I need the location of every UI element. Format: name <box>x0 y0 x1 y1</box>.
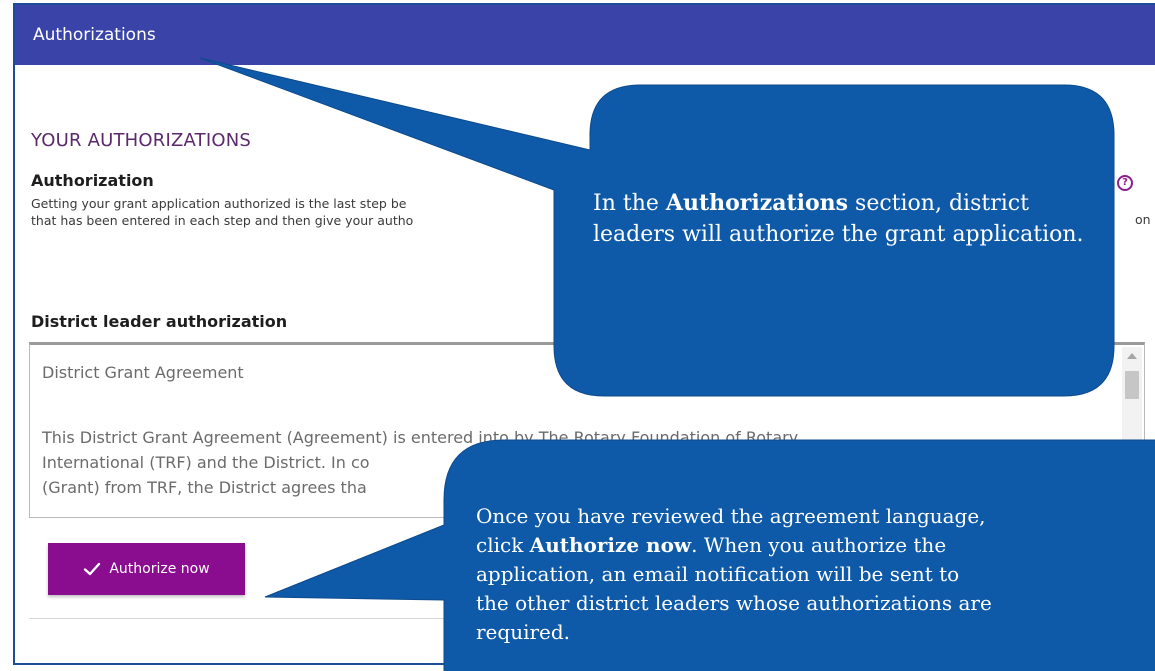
authorize-now-button[interactable]: Authorize now <box>48 543 245 595</box>
callout-2-line: Once you have reviewed the agreement lan… <box>476 504 986 528</box>
header-title: Authorizations <box>33 25 156 45</box>
authorize-now-label: Authorize now <box>109 561 210 577</box>
callout-2-text-pre: click <box>476 533 530 557</box>
callout-2-text-post: . When you authorize the <box>691 533 947 557</box>
scroll-up-arrow-icon[interactable] <box>1127 353 1137 359</box>
check-icon <box>84 562 101 576</box>
callout-2-text: Once you have reviewed the agreement lan… <box>476 502 1155 647</box>
callout-1-text-bold: Authorizations <box>665 190 849 216</box>
agreement-body-line: (Grant) from TRF, the District agrees th… <box>42 478 367 497</box>
agreement-textbox[interactable]: District Grant Agreement This District G… <box>29 342 1145 518</box>
section-title: YOUR AUTHORIZATIONS <box>31 130 251 151</box>
agreement-title: District Grant Agreement <box>42 363 244 382</box>
agreement-body: This District Grant Agreement (Agreement… <box>42 425 1112 500</box>
callout-2-line: click Authorize now. When you authorize … <box>476 531 1155 560</box>
callout-1-text: In the Authorizations section, district … <box>593 188 1103 250</box>
page-header: Authorizations <box>15 5 1155 65</box>
agreement-scrollbar[interactable] <box>1122 347 1142 515</box>
authorization-heading: Authorization <box>31 171 154 190</box>
callout-2-line: required. <box>476 620 571 644</box>
question-circle-icon[interactable]: ? <box>1117 175 1133 191</box>
callout-1-text-pre: In the <box>593 191 666 216</box>
callout-2-text-bold: Authorize now <box>529 533 692 557</box>
authorization-description-tail: on <box>1135 212 1151 227</box>
scroll-thumb[interactable] <box>1125 371 1139 399</box>
callout-2-line: application, an email notification will … <box>476 562 960 586</box>
district-leader-heading: District leader authorization <box>31 312 288 331</box>
agreement-body-line: International (TRF) and the District. In… <box>42 453 370 472</box>
agreement-body-line: This District Grant Agreement (Agreement… <box>42 428 799 447</box>
screenshot-stage: Authorizations YOUR AUTHORIZATIONS Autho… <box>0 0 1155 671</box>
callout-2-line: the other district leaders whose authori… <box>476 591 992 615</box>
